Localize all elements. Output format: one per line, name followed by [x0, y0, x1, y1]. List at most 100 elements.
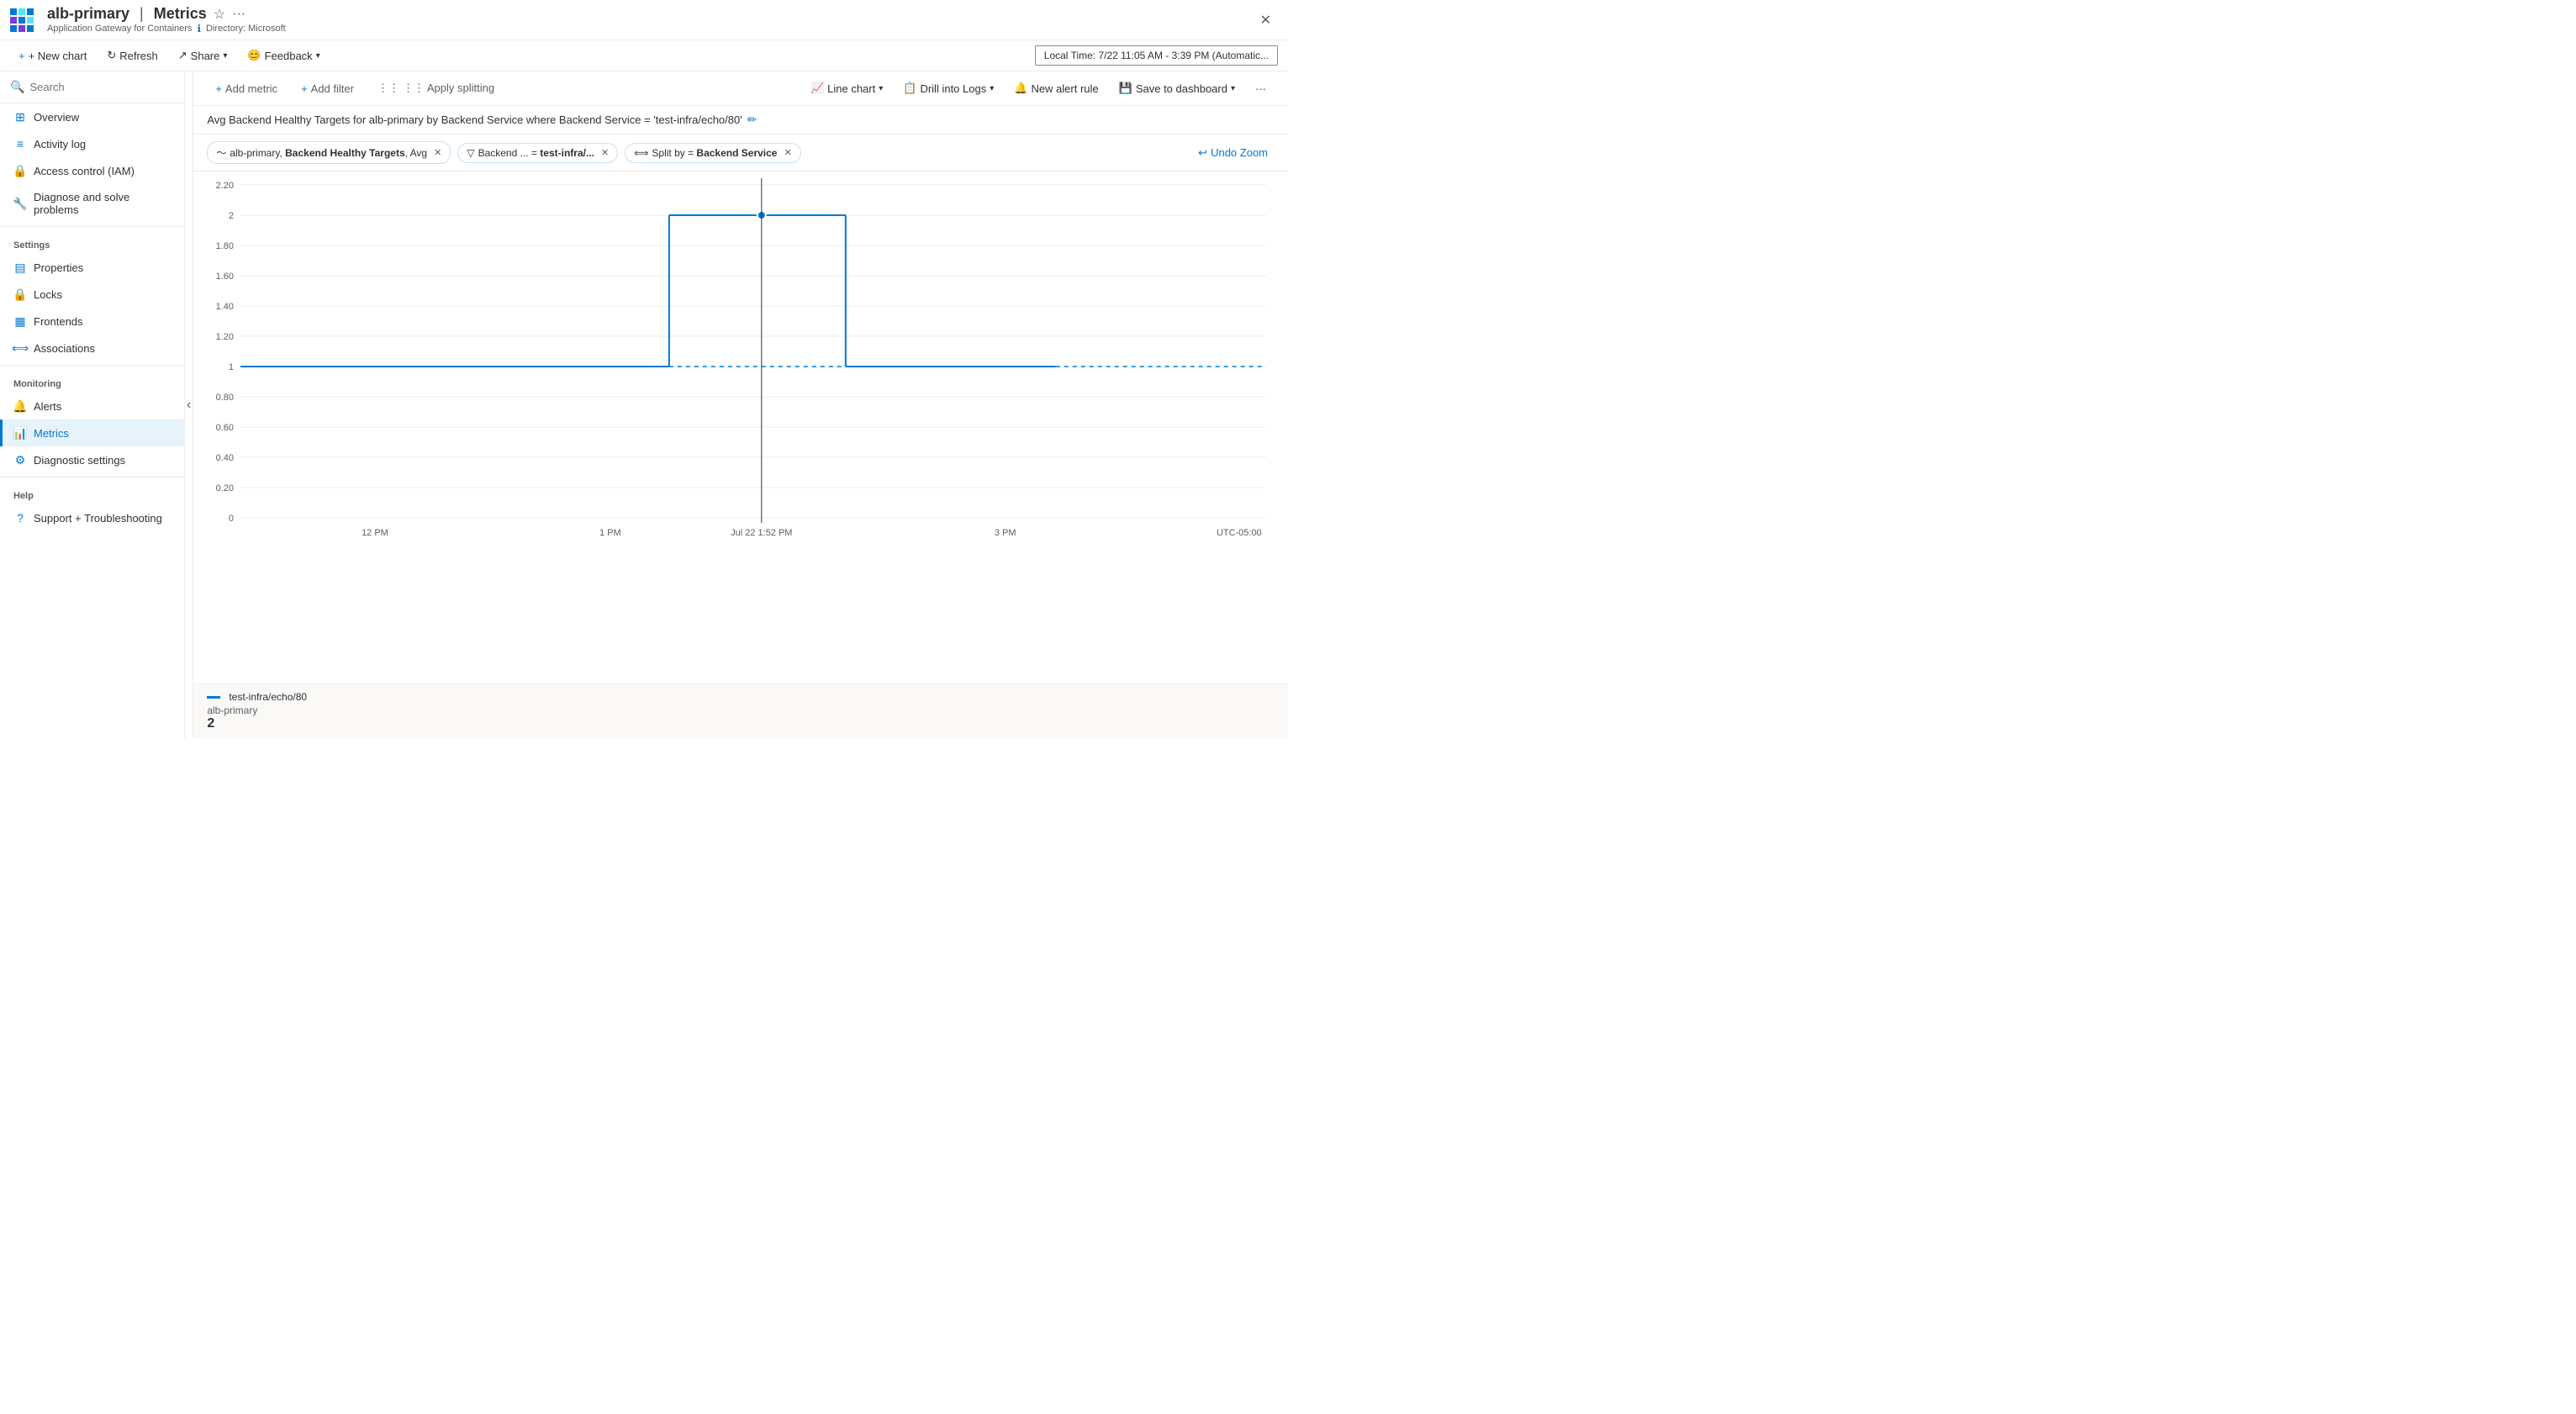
share-button[interactable]: ↗ Share ▾: [170, 45, 236, 66]
new-alert-rule-button[interactable]: 🔔 New alert rule: [1006, 78, 1106, 98]
filter-chip-text: Backend ... = test-infra/...: [478, 147, 594, 159]
svg-text:3 PM: 3 PM: [995, 528, 1016, 538]
sidebar-item-locks[interactable]: 🔒 Locks: [0, 281, 184, 308]
add-metric-label: Add metric: [225, 82, 277, 95]
close-button[interactable]: ✕: [1254, 8, 1278, 32]
svg-text:1.80: 1.80: [216, 241, 234, 251]
split-chip[interactable]: ⟺ Split by = Backend Service ✕: [625, 143, 801, 163]
svg-text:1.60: 1.60: [216, 272, 234, 282]
new-chart-icon: +: [18, 50, 25, 62]
filter-chips-row: 〜 alb-primary, Backend Healthy Targets, …: [193, 135, 1288, 171]
undo-zoom-icon: ↩: [1198, 146, 1207, 160]
sidebar-item-overview[interactable]: ⊞ Overview: [0, 103, 184, 130]
filter-chip-icon: ▽: [467, 147, 474, 159]
svg-text:2.20: 2.20: [216, 181, 234, 191]
add-filter-icon: +: [301, 82, 308, 95]
sidebar-item-properties[interactable]: ▤ Properties: [0, 254, 184, 281]
save-dashboard-chevron-icon: ▾: [1231, 84, 1235, 93]
refresh-label: Refresh: [119, 50, 158, 62]
associations-label: Associations: [34, 342, 95, 355]
add-metric-button[interactable]: + Add metric: [207, 79, 286, 98]
apply-splitting-button[interactable]: ⋮⋮ ⋮⋮ Apply splitting: [369, 78, 503, 98]
svg-text:2: 2: [229, 211, 234, 221]
legend-series-name: test-infra/echo/80: [229, 691, 307, 703]
svg-text:0.40: 0.40: [216, 453, 234, 463]
legend-resource: alb-primary: [207, 704, 1275, 716]
splitting-icon: ⋮⋮: [377, 82, 399, 95]
sidebar-collapse-handle[interactable]: ‹: [185, 71, 193, 738]
metric-description: Avg Backend Healthy Targets for alb-prim…: [193, 106, 1288, 135]
drill-into-logs-button[interactable]: 📋 Drill into Logs ▾: [895, 78, 1002, 98]
metrics-chart: 2.20 2 1.80 1.60 1.40 1.20 1 0.80 0.60 0…: [207, 178, 1275, 540]
legend-item: test-infra/echo/80: [207, 691, 1275, 703]
alerts-icon: 🔔: [13, 399, 27, 413]
sidebar-item-diagnostic-settings[interactable]: ⚙ Diagnostic settings: [0, 446, 184, 473]
share-icon: ↗: [178, 49, 187, 62]
share-label: Share: [191, 50, 220, 62]
feedback-button[interactable]: 😊 Feedback ▾: [239, 45, 328, 66]
legend-value: 2: [207, 716, 1275, 731]
sidebar-item-support[interactable]: ? Support + Troubleshooting: [0, 504, 184, 531]
refresh-button[interactable]: ↻ Refresh: [98, 45, 166, 66]
feedback-icon: 😊: [247, 49, 261, 62]
sidebar-item-associations[interactable]: ⟺ Associations: [0, 335, 184, 361]
more-metrics-button[interactable]: ···: [1247, 79, 1275, 98]
line-chart-button[interactable]: 📈 Line chart ▾: [802, 78, 891, 98]
filter-chip[interactable]: ▽ Backend ... = test-infra/... ✕: [457, 143, 618, 163]
svg-text:1.40: 1.40: [216, 302, 234, 312]
resource-name: alb-primary: [47, 5, 129, 23]
app-logo: [10, 8, 34, 32]
chart-area: 2.20 2 1.80 1.60 1.40 1.20 1 0.80 0.60 0…: [193, 171, 1288, 683]
svg-text:0.80: 0.80: [216, 393, 234, 403]
collapse-button[interactable]: ‹: [185, 394, 193, 416]
settings-header: Settings: [0, 230, 184, 254]
undo-zoom-button[interactable]: ↩ Undo Zoom: [1191, 143, 1275, 163]
add-filter-button[interactable]: + Add filter: [293, 79, 362, 98]
sidebar-item-frontends[interactable]: ▦ Frontends: [0, 308, 184, 335]
metric-chip-text: alb-primary, Backend Healthy Targets, Av…: [230, 147, 427, 159]
info-icon: ℹ: [197, 23, 201, 34]
alerts-label: Alerts: [34, 400, 61, 413]
frontends-icon: ▦: [13, 314, 27, 328]
support-label: Support + Troubleshooting: [34, 512, 162, 525]
drill-logs-icon: 📋: [903, 82, 916, 95]
search-input[interactable]: [29, 81, 177, 93]
sidebar-item-access-control[interactable]: 🔒 Access control (IAM): [0, 157, 184, 184]
more-options-button[interactable]: ···: [232, 7, 245, 22]
split-chip-close[interactable]: ✕: [784, 147, 791, 158]
save-to-dashboard-button[interactable]: 💾 Save to dashboard ▾: [1111, 78, 1243, 98]
sidebar-item-alerts[interactable]: 🔔 Alerts: [0, 393, 184, 419]
feedback-chevron-icon: ▾: [316, 51, 320, 61]
svg-text:0.60: 0.60: [216, 423, 234, 433]
line-chart-chevron-icon: ▾: [879, 84, 883, 93]
time-range-selector[interactable]: Local Time: 7/22 11:05 AM - 3:39 PM (Aut…: [1035, 45, 1278, 66]
line-chart-icon: 📈: [810, 82, 824, 95]
svg-text:1.20: 1.20: [216, 332, 234, 342]
access-control-icon: 🔒: [13, 164, 27, 177]
help-header: Help: [0, 481, 184, 504]
sidebar: 🔍 ≪ ⊞ Overview ≡ Activity log 🔒 Access c…: [0, 71, 185, 738]
metrics-label: Metrics: [34, 427, 69, 440]
favorite-button[interactable]: ☆: [214, 6, 225, 23]
chart-container: 2.20 2 1.80 1.60 1.40 1.20 1 0.80 0.60 0…: [193, 178, 1288, 542]
line-chart-label: Line chart: [827, 82, 875, 95]
sidebar-item-metrics[interactable]: 📊 Metrics: [0, 419, 184, 446]
new-chart-button[interactable]: + + New chart: [10, 46, 95, 66]
properties-label: Properties: [34, 261, 83, 274]
search-icon: 🔍: [10, 80, 24, 94]
svg-text:0: 0: [229, 514, 234, 524]
activity-log-label: Activity log: [34, 138, 86, 150]
sidebar-item-activity-log[interactable]: ≡ Activity log: [0, 130, 184, 157]
metrics-toolbar-right: 📈 Line chart ▾ 📋 Drill into Logs ▾ 🔔 New…: [802, 78, 1275, 98]
sidebar-item-diagnose[interactable]: 🔧 Diagnose and solve problems: [0, 184, 184, 223]
activity-log-icon: ≡: [13, 137, 27, 150]
alert-rule-label: New alert rule: [1031, 82, 1098, 95]
associations-icon: ⟺: [13, 341, 27, 355]
alert-rule-icon: 🔔: [1014, 82, 1027, 95]
metric-chip-close[interactable]: ✕: [434, 147, 441, 158]
edit-description-icon[interactable]: ✏: [747, 113, 757, 127]
svg-text:UTC-05:00: UTC-05:00: [1217, 528, 1262, 538]
metric-chip[interactable]: 〜 alb-primary, Backend Healthy Targets, …: [207, 141, 451, 164]
resource-type: Application Gateway for Containers: [47, 24, 192, 34]
filter-chip-close[interactable]: ✕: [601, 147, 609, 158]
